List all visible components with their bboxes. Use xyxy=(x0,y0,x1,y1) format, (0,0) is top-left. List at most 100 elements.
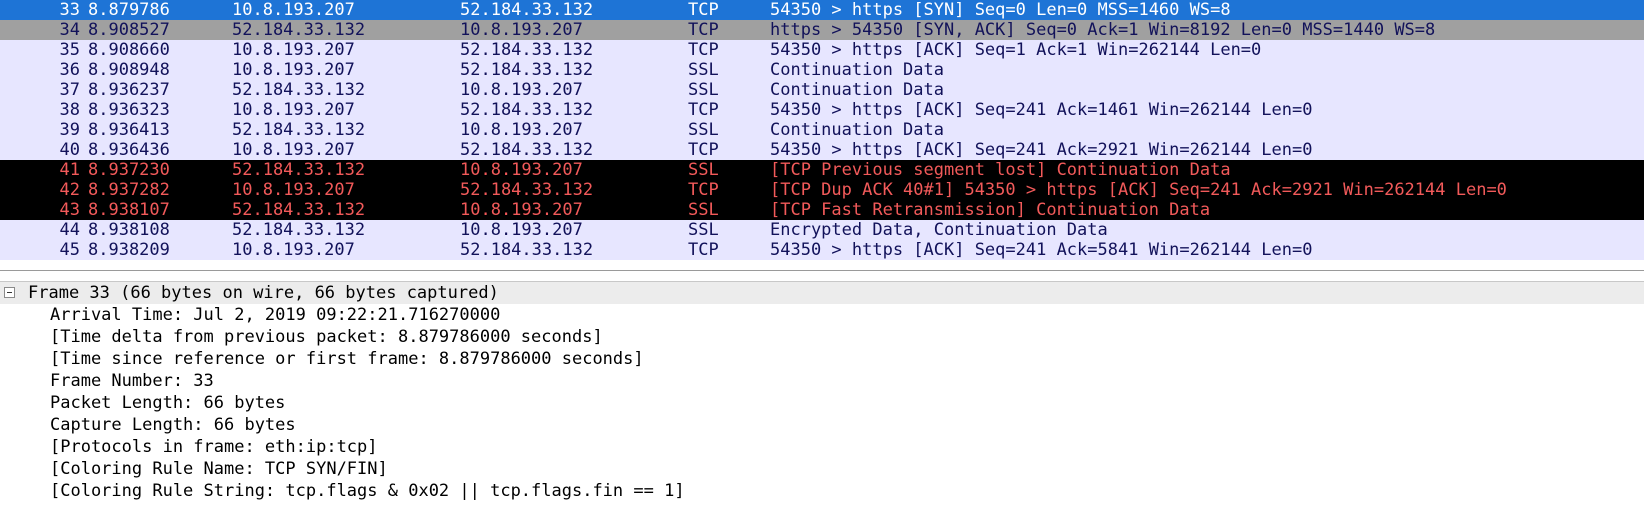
packet-time: 8.936323 xyxy=(88,100,170,120)
frame-tree-node[interactable]: Frame 33 (66 bytes on wire, 66 bytes cap… xyxy=(0,282,1644,304)
packet-source: 52.184.33.132 xyxy=(232,80,366,100)
packet-source: 52.184.33.132 xyxy=(232,120,366,140)
packet-number: 37 xyxy=(59,80,80,100)
detail-line[interactable]: [Protocols in frame: eth:ip:tcp] xyxy=(0,436,1644,458)
packet-source: 52.184.33.132 xyxy=(232,20,366,40)
packet-number: 35 xyxy=(59,40,80,60)
packet-destination: 10.8.193.207 xyxy=(460,120,583,140)
packet-protocol: TCP xyxy=(688,180,719,200)
packet-number: 38 xyxy=(59,100,80,120)
detail-line[interactable]: Packet Length: 66 bytes xyxy=(0,392,1644,414)
packet-destination: 10.8.193.207 xyxy=(460,160,583,180)
packet-info: 54350 > https [ACK] Seq=1 Ack=1 Win=2621… xyxy=(770,40,1262,60)
packet-source: 52.184.33.132 xyxy=(232,160,366,180)
packet-number: 39 xyxy=(59,120,80,140)
packet-row[interactable]: 41 8.937230 52.184.33.132 10.8.193.207 SSL [T… xyxy=(0,160,1644,180)
packet-number: 40 xyxy=(59,140,80,160)
packet-protocol: TCP xyxy=(688,140,719,160)
packet-row[interactable]: 45 8.938209 10.8.193.207 52.184.33.132 TCP 54… xyxy=(0,240,1644,260)
packet-row[interactable]: 39 8.936413 52.184.33.132 10.8.193.207 SSL Co… xyxy=(0,120,1644,140)
packet-time: 8.879786 xyxy=(88,0,170,20)
detail-line[interactable]: [Time since reference or first frame: 8.… xyxy=(0,348,1644,370)
packet-details-pane[interactable]: Frame 33 (66 bytes on wire, 66 bytes cap… xyxy=(0,282,1644,515)
packet-destination: 52.184.33.132 xyxy=(460,40,594,60)
packet-time: 8.938107 xyxy=(88,200,170,220)
detail-line[interactable]: Arrival Time: Jul 2, 2019 09:22:21.71627… xyxy=(0,304,1644,326)
packet-row[interactable]: 36 8.908948 10.8.193.207 52.184.33.132 SSL Co… xyxy=(0,60,1644,80)
packet-source: 10.8.193.207 xyxy=(232,40,355,60)
packet-destination: 52.184.33.132 xyxy=(460,240,594,260)
frame-detail-lines: Arrival Time: Jul 2, 2019 09:22:21.71627… xyxy=(0,304,1644,502)
packet-row[interactable]: 35 8.908660 10.8.193.207 52.184.33.132 TCP 54… xyxy=(0,40,1644,60)
packet-time: 8.937282 xyxy=(88,180,170,200)
packet-protocol: SSL xyxy=(688,120,719,140)
packet-number: 34 xyxy=(59,20,80,40)
packet-info: [TCP Fast Retransmission] Continuation D… xyxy=(770,200,1211,220)
packet-list[interactable]: 33 8.879786 10.8.193.207 52.184.33.132 TCP 54… xyxy=(0,0,1644,270)
packet-info: [TCP Dup ACK 40#1] 54350 > https [ACK] S… xyxy=(770,180,1507,200)
cut-off-row xyxy=(0,502,1644,512)
packet-destination: 10.8.193.207 xyxy=(460,200,583,220)
packet-protocol: SSL xyxy=(688,80,719,100)
detail-line[interactable]: Capture Length: 66 bytes xyxy=(0,414,1644,436)
packet-time: 8.908527 xyxy=(88,20,170,40)
packet-info: Continuation Data xyxy=(770,80,944,100)
packet-time: 8.937230 xyxy=(88,160,170,180)
packet-time: 8.936436 xyxy=(88,140,170,160)
frame-summary: Frame 33 (66 bytes on wire, 66 bytes cap… xyxy=(28,283,499,303)
packet-source: 10.8.193.207 xyxy=(232,240,355,260)
detail-line[interactable]: [Coloring Rule Name: TCP SYN/FIN] xyxy=(0,458,1644,480)
packet-number: 45 xyxy=(59,240,80,260)
packet-info: 54350 > https [ACK] Seq=241 Ack=2921 Win… xyxy=(770,140,1313,160)
detail-line[interactable]: [Coloring Rule String: tcp.flags & 0x02 … xyxy=(0,480,1644,502)
packet-number: 36 xyxy=(59,60,80,80)
packet-source: 10.8.193.207 xyxy=(232,140,355,160)
packet-protocol: TCP xyxy=(688,100,719,120)
packet-protocol: SSL xyxy=(688,60,719,80)
packet-destination: 52.184.33.132 xyxy=(460,180,594,200)
packet-source: 10.8.193.207 xyxy=(232,100,355,120)
pane-splitter[interactable] xyxy=(0,270,1644,282)
packet-info: 54350 > https [ACK] Seq=241 Ack=1461 Win… xyxy=(770,100,1313,120)
packet-destination: 52.184.33.132 xyxy=(460,0,594,20)
packet-destination: 10.8.193.207 xyxy=(460,80,583,100)
packet-time: 8.936413 xyxy=(88,120,170,140)
packet-protocol: TCP xyxy=(688,40,719,60)
packet-row[interactable]: 43 8.938107 52.184.33.132 10.8.193.207 SSL [T… xyxy=(0,200,1644,220)
packet-time: 8.936237 xyxy=(88,80,170,100)
packet-protocol: TCP xyxy=(688,0,719,20)
packet-source: 10.8.193.207 xyxy=(232,0,355,20)
packet-protocol: TCP xyxy=(688,20,719,40)
packet-number: 41 xyxy=(59,160,80,180)
packet-info: 54350 > https [ACK] Seq=241 Ack=5841 Win… xyxy=(770,240,1313,260)
packet-time: 8.908660 xyxy=(88,40,170,60)
packet-source: 10.8.193.207 xyxy=(232,60,355,80)
packet-info: Encrypted Data, Continuation Data xyxy=(770,220,1108,240)
packet-source: 52.184.33.132 xyxy=(232,200,366,220)
packet-destination: 10.8.193.207 xyxy=(460,20,583,40)
packet-row[interactable]: 44 8.938108 52.184.33.132 10.8.193.207 SSL En… xyxy=(0,220,1644,240)
detail-line[interactable]: [Time delta from previous packet: 8.8797… xyxy=(0,326,1644,348)
packet-row[interactable]: 38 8.936323 10.8.193.207 52.184.33.132 TCP 54… xyxy=(0,100,1644,120)
packet-number: 44 xyxy=(59,220,80,240)
packet-row[interactable]: 40 8.936436 10.8.193.207 52.184.33.132 TCP 54… xyxy=(0,140,1644,160)
packet-info: [TCP Previous segment lost] Continuation… xyxy=(770,160,1231,180)
packet-time: 8.938108 xyxy=(88,220,170,240)
packet-info: 54350 > https [SYN] Seq=0 Len=0 MSS=1460… xyxy=(770,0,1231,20)
packet-row[interactable]: 37 8.936237 52.184.33.132 10.8.193.207 SSL Co… xyxy=(0,80,1644,100)
packet-number: 33 xyxy=(59,0,80,20)
packet-number: 43 xyxy=(59,200,80,220)
packet-protocol: SSL xyxy=(688,220,719,240)
packet-time: 8.908948 xyxy=(88,60,170,80)
packet-protocol: SSL xyxy=(688,200,719,220)
packet-destination: 52.184.33.132 xyxy=(460,140,594,160)
packet-source: 52.184.33.132 xyxy=(232,220,366,240)
packet-row[interactable]: 33 8.879786 10.8.193.207 52.184.33.132 TCP 54… xyxy=(0,0,1644,20)
collapse-minus-icon[interactable] xyxy=(4,287,15,298)
packet-info: Continuation Data xyxy=(770,120,944,140)
detail-line[interactable]: Frame Number: 33 xyxy=(0,370,1644,392)
packet-row[interactable]: 34 8.908527 52.184.33.132 10.8.193.207 TCP ht… xyxy=(0,20,1644,40)
packet-info: Continuation Data xyxy=(770,60,944,80)
packet-protocol: TCP xyxy=(688,240,719,260)
packet-row[interactable]: 42 8.937282 10.8.193.207 52.184.33.132 TCP [T… xyxy=(0,180,1644,200)
